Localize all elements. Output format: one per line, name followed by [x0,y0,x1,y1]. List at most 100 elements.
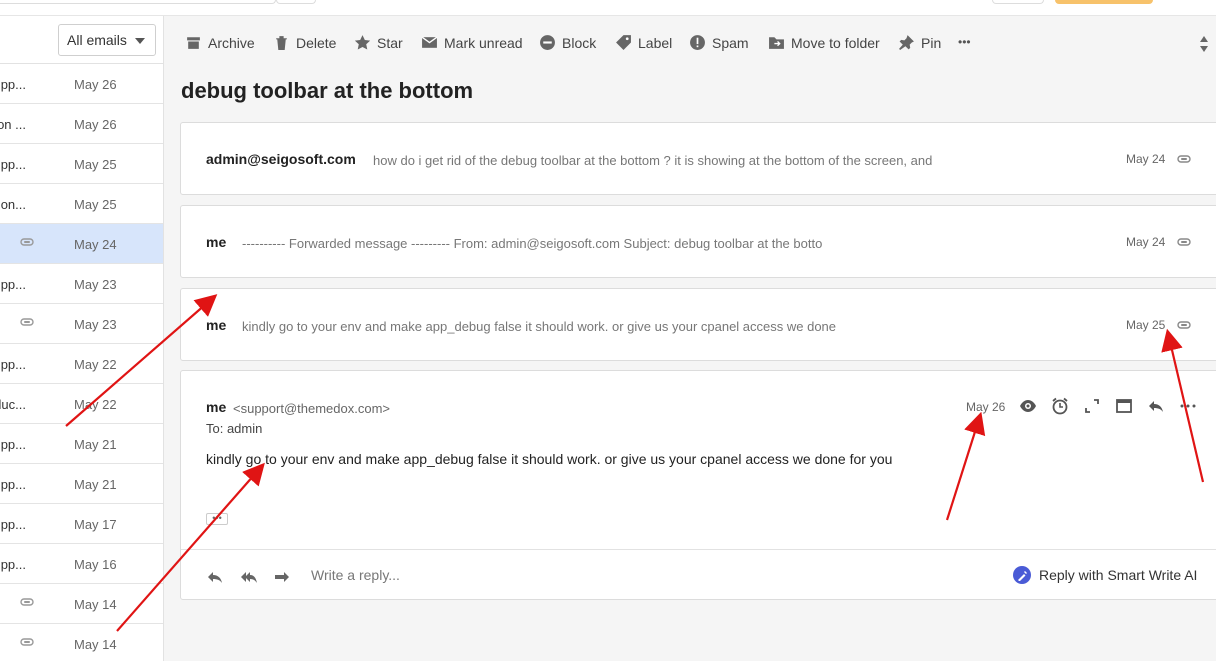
list-item-snippet: pp... [0,357,26,372]
spam-button[interactable]: Spam [689,34,749,51]
open-message-body: kindly go to your env and make app_debug… [206,451,893,467]
list-item[interactable]: on... May 25 [0,184,163,224]
smart-write-button[interactable]: Reply with Smart Write AI [1013,566,1197,584]
list-item-date: May 23 [74,277,117,292]
delete-button[interactable]: Delete [273,34,336,51]
list-item[interactable]: May 24 [0,224,163,264]
attachment-icon [20,238,34,246]
list-item[interactable]: pp... May 22 [0,344,163,384]
toolbar: Archive Delete Star Mark unread Block La… [165,16,1216,68]
open-message-sender: me [206,399,227,415]
reply-bar: Write a reply... Reply with Smart Write … [181,549,1216,600]
reply-icon[interactable] [206,568,224,586]
list-item-snippet: pp... [0,477,26,492]
list-item-date: May 16 [74,557,117,572]
mark-unread-button[interactable]: Mark unread [421,34,523,51]
message-card[interactable]: me ---------- Forwarded message --------… [180,205,1216,278]
window-icon[interactable] [1115,397,1133,415]
archive-button[interactable]: Archive [185,34,255,51]
attachment-icon [1177,238,1191,246]
search-box[interactable] [0,0,276,4]
reply-input[interactable]: Write a reply... [311,567,400,583]
list-item-date: May 24 [74,237,117,252]
message-snippet: ---------- Forwarded message --------- F… [242,236,823,251]
star-button[interactable]: Star [354,34,403,51]
message-snippet: kindly go to your env and make app_debug… [242,319,837,334]
archive-icon [187,37,200,49]
list-item[interactable]: pp... May 23 [0,264,163,304]
reply-all-icon[interactable] [240,568,258,586]
filter-label: All emails [67,32,127,48]
magic-pen-icon [1013,566,1031,584]
attachment-icon [1177,155,1191,163]
message-card[interactable]: me kindly go to your env and make app_de… [180,288,1216,361]
thread-subject: debug toolbar at the bottom [181,78,474,103]
eye-icon[interactable] [1019,397,1037,415]
message-actions [1019,397,1197,415]
caret-down-icon [135,38,145,44]
pin-button[interactable]: Pin [898,34,941,51]
main-pane: Archive Delete Star Mark unread Block La… [165,16,1216,661]
list-item-date: May 21 [74,437,117,452]
expand-icon[interactable] [1083,397,1101,415]
attachment-icon [20,318,34,326]
star-icon [354,35,371,50]
list-item-snippet: on ... [0,117,26,132]
list-item[interactable]: on ... May 26 [0,104,163,144]
folder-move-icon [769,37,784,49]
list-item-date: May 26 [74,117,117,132]
message-sender: admin@seigosoft.com [206,151,356,167]
more-actions-button[interactable]: ••• [958,35,971,49]
message-sender: me [206,234,227,250]
tag-icon [616,35,631,50]
email-filter-select[interactable]: All emails [58,24,156,56]
pin-icon [899,35,914,50]
list-item[interactable]: pp... May 25 [0,144,163,184]
list-item[interactable]: May 14 [0,624,163,661]
list-item[interactable]: May 23 [0,304,163,344]
search-button[interactable] [276,0,316,4]
list-item-date: May 23 [74,317,117,332]
attachment-icon [20,598,34,606]
open-message-email: <support@themedox.com> [233,401,391,416]
filter-row: All emails [0,16,163,64]
forward-icon[interactable] [273,568,291,586]
list-item-snippet: pp... [0,77,26,92]
show-quoted-button[interactable]: ••• [206,513,228,525]
header-button[interactable] [992,0,1044,4]
block-button[interactable]: Block [539,34,596,51]
message-card[interactable]: admin@seigosoft.com how do i get rid of … [180,122,1216,195]
open-message: me <support@themedox.com> To: admin May … [180,370,1216,600]
attachment-icon [1177,321,1191,329]
block-icon [540,35,555,50]
alarm-clock-icon[interactable] [1051,397,1069,415]
attachment-icon [20,638,34,646]
message-sender: me [206,317,227,333]
list-item[interactable]: May 14 [0,584,163,624]
list-item[interactable]: luc... May 22 [0,384,163,424]
list-item-snippet: on... [0,197,26,212]
list-item-date: May 25 [74,157,117,172]
list-item[interactable]: pp... May 17 [0,504,163,544]
list-item-snippet: pp... [0,157,26,172]
upgrade-button[interactable] [1055,0,1153,4]
list-item[interactable]: pp... May 21 [0,424,163,464]
reply-icon[interactable] [1147,397,1165,415]
more-icon: ••• [958,35,971,49]
list-item-snippet: pp... [0,557,26,572]
envelope-icon [421,36,438,48]
list-item-snippet: luc... [0,397,26,412]
message-date: May 25 [1126,318,1166,332]
message-date: May 24 [1126,235,1166,249]
label-button[interactable]: Label [615,34,672,51]
list-item[interactable]: pp... May 16 [0,544,163,584]
more-icon[interactable] [1179,397,1197,415]
list-item-date: May 25 [74,197,117,212]
list-item-snippet: pp... [0,437,26,452]
move-to-folder-button[interactable]: Move to folder [768,34,880,51]
list-item[interactable]: pp... May 26 [0,64,163,104]
expand-collapse-icon[interactable] [1198,35,1210,53]
list-item-date: May 21 [74,477,117,492]
open-message-date: May 26 [966,400,1006,414]
list-item[interactable]: pp... May 21 [0,464,163,504]
